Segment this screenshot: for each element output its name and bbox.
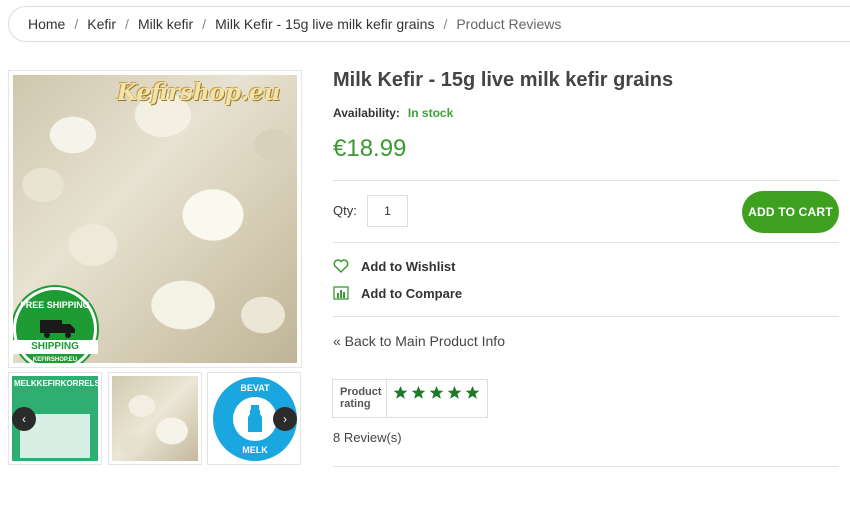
- star-icon: [411, 385, 426, 399]
- add-to-cart-button[interactable]: ADD TO CART: [742, 191, 839, 233]
- rating-label: Product rating: [333, 380, 387, 417]
- star-icon: [447, 385, 462, 399]
- thumbnail-2[interactable]: [108, 372, 202, 465]
- thumbnail-1-label: MELKKEFIRKORRELS: [14, 379, 98, 388]
- milk-bottle-icon: [248, 405, 262, 432]
- add-to-compare-link[interactable]: Add to Compare: [333, 285, 462, 301]
- thumbnail-1-sub: [16, 392, 94, 404]
- rating-stars: [387, 368, 480, 417]
- divider: [333, 316, 839, 317]
- badge-banner: SHIPPING: [13, 340, 98, 354]
- main-product-image[interactable]: Kefirshop.eu FREE SHIPPING SHIPPING KEFI…: [8, 70, 302, 368]
- breadcrumb-separator: /: [74, 16, 79, 32]
- star-icon: [465, 385, 480, 399]
- stock-status: In stock: [407, 106, 454, 120]
- star-icon: [393, 385, 408, 399]
- heart-icon: [333, 259, 349, 274]
- breadcrumb-separator: /: [202, 16, 207, 32]
- badge-top-text: FREE SHIPPING: [20, 300, 90, 310]
- free-shipping-badge: FREE SHIPPING SHIPPING KEFIRSHOP.EU: [13, 287, 98, 363]
- breadcrumb-current: Product Reviews: [456, 16, 562, 32]
- breadcrumb-home[interactable]: Home: [28, 16, 65, 32]
- watermark-logo: Kefirshop.eu: [117, 79, 281, 106]
- breadcrumb-kefir[interactable]: Kefir: [87, 16, 116, 32]
- badge-bottom-text: KEFIRSHOP.EU: [32, 357, 78, 363]
- qty-label: Qty:: [333, 203, 357, 218]
- breadcrumb-milk-kefir[interactable]: Milk kefir: [138, 16, 193, 32]
- kefir-grains-photo: Kefirshop.eu FREE SHIPPING SHIPPING KEFI…: [13, 75, 297, 363]
- back-to-product-link[interactable]: « Back to Main Product Info: [333, 333, 505, 349]
- carousel-prev-button[interactable]: ‹: [12, 407, 36, 431]
- wishlist-label: Add to Wishlist: [361, 258, 456, 274]
- review-count[interactable]: 8 Review(s): [333, 430, 402, 445]
- bar-chart-icon: [333, 286, 349, 300]
- truck-icon: [40, 320, 75, 338]
- carousel-next-button[interactable]: ›: [273, 407, 297, 431]
- breadcrumb-separator: /: [125, 16, 129, 32]
- thumbnail-carousel: MELKKEFIRKORRELS BEVAT MELK ‹ ›: [8, 372, 302, 465]
- badge-milk-text: MELK: [242, 445, 268, 455]
- breadcrumb: Home / Kefir / Milk kefir / Milk Kefir -…: [8, 6, 850, 42]
- breadcrumb-product[interactable]: Milk Kefir - 15g live milk kefir grains: [215, 16, 434, 32]
- divider: [333, 466, 839, 467]
- divider: [333, 180, 839, 181]
- star-icon: [429, 385, 444, 399]
- qty-input[interactable]: [367, 195, 408, 227]
- divider: [333, 242, 839, 243]
- kefir-grains-thumbnail: [112, 376, 198, 461]
- product-price: €18.99: [333, 135, 407, 162]
- availability-label: Availability:: [333, 106, 400, 120]
- compare-label: Add to Compare: [361, 285, 463, 301]
- availability: Availability: In stock: [333, 106, 453, 120]
- badge-contains-text: BEVAT: [240, 383, 270, 393]
- product-title: Milk Kefir - 15g live milk kefir grains: [333, 69, 674, 91]
- product-rating: Product rating: [332, 379, 488, 418]
- breadcrumb-separator: /: [443, 16, 448, 32]
- add-to-wishlist-link[interactable]: Add to Wishlist: [333, 258, 456, 274]
